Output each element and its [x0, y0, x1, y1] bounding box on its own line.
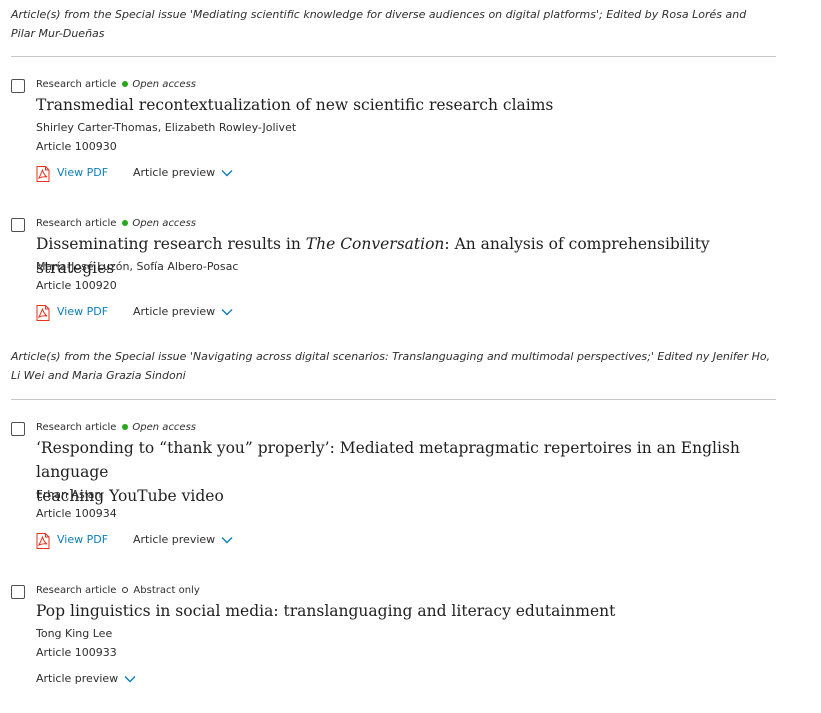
section-divider: [11, 56, 776, 57]
open-access-dot-icon: [122, 423, 129, 430]
article-preview-label: Article preview: [133, 533, 216, 546]
view-pdf-label: View PDF: [57, 166, 109, 179]
access-status: Open access: [132, 422, 197, 433]
title-text: Disseminating research results in: [36, 235, 306, 253]
article-title-link[interactable]: ‘Responding to “thank you” properly’: Me…: [36, 436, 776, 508]
open-access-dot-icon: [122, 80, 129, 87]
abstract-only-ring-icon: [122, 586, 129, 593]
article-authors: Erhan Aslan: [36, 488, 102, 501]
article-meta: Research article Open access: [36, 421, 196, 435]
section-divider: [11, 399, 776, 400]
view-pdf-label: View PDF: [57, 305, 109, 318]
article-preview-label: Article preview: [133, 305, 216, 318]
open-access-dot-icon: [122, 219, 129, 226]
title-text: ‘Responding to “thank you” properly’: Me…: [36, 439, 740, 481]
access-status: Abstract only: [133, 585, 200, 596]
article-preview-toggle[interactable]: Article preview: [133, 164, 233, 182]
article-preview-label: Article preview: [36, 672, 119, 685]
article-authors: María-José Luzón, Sofía Albero-Posac: [36, 260, 239, 273]
select-article-checkbox[interactable]: [11, 422, 25, 436]
article-number: Article 100930: [36, 140, 117, 153]
article-meta: Research article Open access: [36, 78, 196, 92]
article-authors: Tong King Lee: [36, 627, 113, 640]
article-type: Research article: [36, 422, 117, 433]
select-article-checkbox[interactable]: [11, 218, 25, 232]
chevron-down-icon: [221, 309, 233, 316]
article-preview-toggle[interactable]: Article preview: [133, 303, 233, 321]
special-issue-note: Article(s) from the Special issue 'Media…: [11, 8, 747, 40]
access-status: Open access: [132, 218, 197, 229]
chevron-down-icon: [221, 170, 233, 177]
special-issue-note: Article(s) from the Special issue 'Navig…: [11, 350, 771, 382]
article-preview-toggle[interactable]: Article preview: [36, 670, 136, 688]
chevron-down-icon: [124, 676, 136, 683]
pdf-icon: [36, 305, 50, 321]
view-pdf-label: View PDF: [57, 533, 109, 546]
chevron-down-icon: [221, 537, 233, 544]
article-authors: Shirley Carter-Thomas, Elizabeth Rowley-…: [36, 121, 297, 134]
article-meta: Research article Open access: [36, 217, 196, 231]
article-number: Article 100920: [36, 279, 117, 292]
article-number: Article 100934: [36, 507, 117, 520]
article-title-link[interactable]: Transmedial recontextualization of new s…: [36, 93, 776, 117]
article-preview-label: Article preview: [133, 166, 216, 179]
article-type: Research article: [36, 79, 117, 90]
article-type: Research article: [36, 218, 117, 229]
article-title-link[interactable]: Pop linguistics in social media: transla…: [36, 599, 776, 623]
article-meta: Research article Abstract only: [36, 584, 200, 598]
article-number: Article 100933: [36, 646, 117, 659]
pdf-icon: [36, 533, 50, 549]
title-italic-text: The Conversation: [305, 235, 445, 253]
pdf-icon: [36, 166, 50, 182]
select-article-checkbox[interactable]: [11, 79, 25, 93]
article-type: Research article: [36, 585, 117, 596]
access-status: Open access: [132, 79, 197, 90]
article-preview-toggle[interactable]: Article preview: [133, 531, 233, 549]
select-article-checkbox[interactable]: [11, 585, 25, 599]
